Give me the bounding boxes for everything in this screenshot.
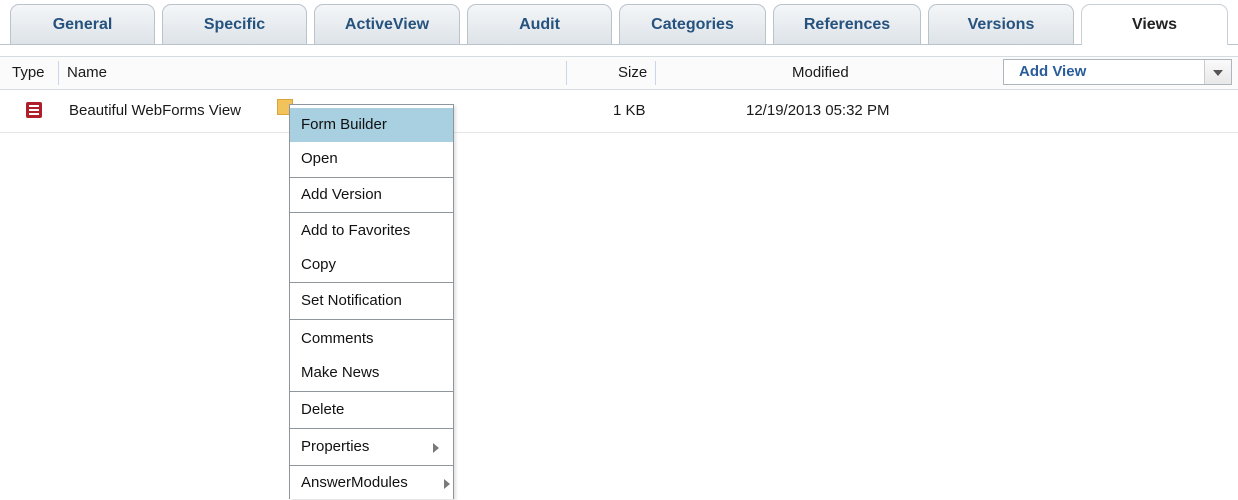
tab-audit[interactable]: Audit (467, 4, 612, 44)
tab-general[interactable]: General (10, 4, 155, 44)
menu-divider (290, 391, 453, 392)
menu-item-set-notification[interactable]: Set Notification (290, 284, 453, 318)
menu-item-open[interactable]: Open (290, 142, 453, 176)
tab-activeview[interactable]: ActiveView (314, 4, 460, 44)
column-divider (655, 61, 656, 85)
form-view-icon (26, 102, 42, 118)
menu-item-copy[interactable]: Copy (290, 248, 453, 282)
tab-versions[interactable]: Versions (928, 4, 1074, 44)
column-modified[interactable]: Modified (792, 57, 849, 89)
menu-divider (290, 319, 453, 320)
menu-item-label: Properties (301, 438, 370, 455)
menu-item-answermodules[interactable]: AnswerModules (290, 466, 453, 500)
tab-references[interactable]: References (773, 4, 921, 44)
menu-divider (290, 428, 453, 429)
add-view-dropdown-button[interactable] (1204, 60, 1231, 84)
context-menu: Form Builder Open Add Version Add to Fav… (289, 104, 454, 499)
tab-specific[interactable]: Specific (162, 4, 307, 44)
column-name[interactable]: Name (67, 57, 107, 89)
menu-divider (290, 282, 453, 283)
menu-item-add-to-favorites[interactable]: Add to Favorites (290, 214, 453, 248)
menu-item-make-news[interactable]: Make News (290, 356, 453, 390)
item-name-link[interactable]: Beautiful WebForms View (69, 97, 241, 125)
item-size: 1 KB (613, 102, 646, 119)
menu-item-add-version[interactable]: Add Version (290, 178, 453, 212)
column-type[interactable]: Type (12, 57, 45, 89)
column-divider (58, 61, 59, 85)
menu-item-properties[interactable]: Properties (290, 430, 453, 464)
column-size[interactable]: Size (618, 57, 647, 89)
menu-item-comments[interactable]: Comments (290, 322, 453, 356)
column-divider (566, 61, 567, 85)
menu-divider (290, 212, 453, 213)
add-view-select[interactable]: Add View (1003, 59, 1232, 85)
menu-item-form-builder[interactable]: Form Builder (290, 108, 453, 142)
menu-item-label: AnswerModules (301, 474, 408, 491)
tab-views[interactable]: Views (1081, 4, 1228, 45)
add-view-label: Add View (1019, 63, 1087, 80)
menu-item-delete[interactable]: Delete (290, 393, 453, 427)
item-modified: 12/19/2013 05:32 PM (746, 102, 890, 119)
submenu-arrow-icon (444, 479, 450, 489)
chevron-down-icon (1213, 70, 1223, 76)
tab-categories[interactable]: Categories (619, 4, 766, 44)
tab-bar: General Specific ActiveView Audit Catego… (0, 0, 1238, 45)
submenu-arrow-icon (433, 443, 439, 453)
